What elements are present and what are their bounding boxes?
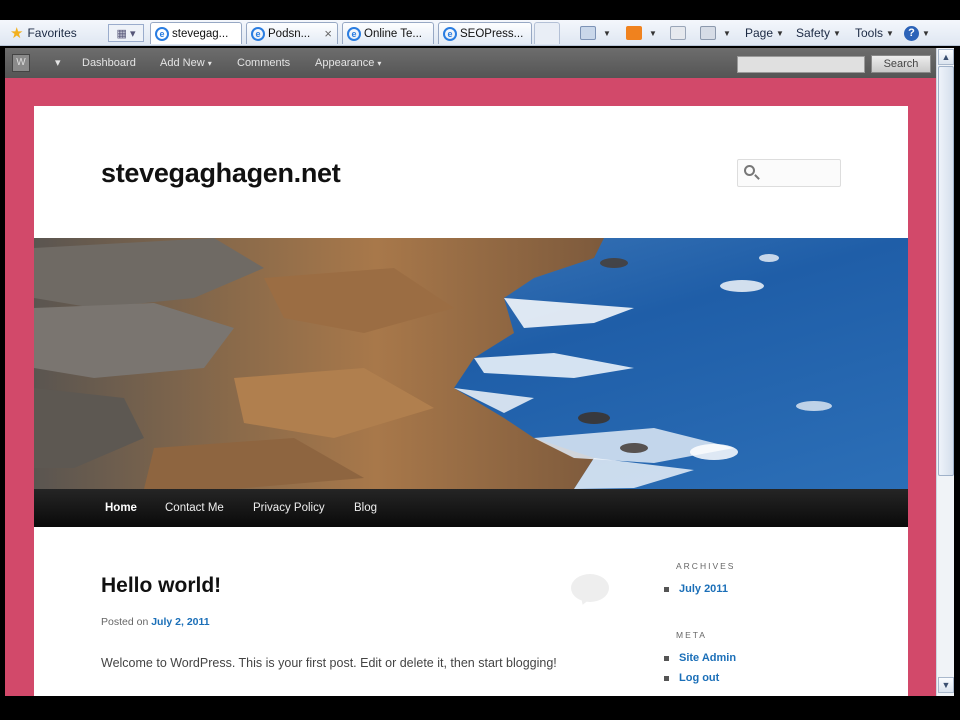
log-out-label: Log out — [679, 672, 720, 684]
appearance-label: Appearance — [315, 57, 375, 69]
close-tab-icon[interactable]: × — [324, 26, 332, 41]
admin-bar-add-new[interactable]: Add New ▾ — [160, 48, 212, 78]
help-menu[interactable]: ? ▼ — [904, 24, 930, 42]
rss-icon — [626, 26, 642, 40]
nav-item-home[interactable]: Home — [105, 489, 137, 527]
print-button[interactable]: ▼ — [700, 24, 731, 42]
feeds-button[interactable]: ▼ — [626, 24, 657, 42]
ie-tab-label: SEOPress... — [460, 27, 524, 40]
list-bullet — [664, 586, 669, 592]
ie-page-icon: e — [251, 26, 265, 41]
wordpress-logo-icon[interactable]: W — [12, 54, 30, 72]
admin-bar-appearance[interactable]: Appearance ▾ — [315, 48, 381, 78]
ie-command-bar: ★ Favorites ▦ ▾ e stevegag... e Podsn...… — [0, 20, 960, 46]
ie-tab-label: Online Te... — [364, 27, 422, 40]
favorites-button[interactable]: ★ Favorites — [10, 24, 77, 42]
admin-bar-dashboard[interactable]: Dashboard — [82, 48, 136, 78]
home-icon — [580, 26, 596, 40]
safety-menu[interactable]: Safety ▼ — [796, 24, 841, 42]
favorites-star-icon: ★ — [10, 25, 24, 42]
nav-item-blog[interactable]: Blog — [354, 489, 377, 527]
page-menu[interactable]: Page ▼ — [745, 24, 784, 42]
ie-tab-stevegaghagen[interactable]: e stevegag... — [150, 22, 242, 44]
tools-menu[interactable]: Tools ▼ — [855, 24, 894, 42]
help-icon: ? — [904, 25, 919, 41]
web-page: W ▾ Dashboard Add New ▾ Comments Appeara… — [5, 48, 936, 696]
chevron-down-icon: ▼ — [723, 28, 731, 38]
chevron-down-icon: ▼ — [603, 28, 611, 38]
site-search-input[interactable] — [737, 159, 841, 187]
page-menu-label: Page — [745, 26, 774, 40]
wp-admin-bar: W ▾ Dashboard Add New ▾ Comments Appeara… — [5, 48, 936, 78]
scroll-down-icon[interactable]: ▼ — [938, 677, 954, 693]
post-meta: Posted on July 2, 2011 — [101, 616, 210, 628]
ie-page-icon: e — [155, 26, 169, 41]
favorites-label: Favorites — [27, 26, 77, 40]
mail-icon — [670, 26, 686, 40]
post-date-link[interactable]: July 2, 2011 — [151, 616, 209, 628]
ie-tab-label: Podsn... — [268, 27, 311, 40]
comment-bubble-icon[interactable] — [571, 574, 609, 602]
header-image — [34, 238, 908, 489]
post-content: Welcome to WordPress. This is your first… — [101, 656, 557, 670]
ie-tab-podsnacker[interactable]: e Podsn... × — [246, 22, 338, 44]
vertical-scrollbar[interactable]: ▲ ▼ — [936, 48, 954, 696]
log-out-link[interactable]: Log out — [664, 672, 719, 684]
site-title[interactable]: stevegaghagen.net — [101, 158, 341, 189]
meta-widget-title: META — [676, 630, 707, 640]
ie-page-icon: e — [443, 26, 457, 41]
ie-tab-label: stevegag... — [172, 27, 229, 40]
chevron-down-icon: ▾ — [207, 59, 212, 68]
chevron-down-icon: ▼ — [886, 28, 894, 38]
home-button[interactable]: ▼ — [580, 24, 611, 42]
search-icon — [744, 165, 755, 176]
chevron-down-icon: ▼ — [649, 28, 657, 38]
ie-tab-online-te[interactable]: e Online Te... — [342, 22, 434, 44]
rocky-coast-image — [34, 238, 908, 489]
chevron-down-icon: ▾ — [377, 59, 382, 68]
nav-item-contact-me[interactable]: Contact Me — [165, 489, 224, 527]
quick-tabs-icon: ▦ ▾ — [116, 27, 136, 40]
tools-menu-label: Tools — [855, 26, 884, 40]
new-tab-button[interactable] — [534, 22, 560, 44]
ie-page-icon: e — [347, 26, 361, 41]
admin-search-input[interactable] — [737, 56, 865, 73]
archives-widget-title: ARCHIVES — [676, 561, 736, 571]
scroll-up-icon[interactable]: ▲ — [938, 49, 954, 65]
site-admin-label: Site Admin — [679, 652, 737, 664]
scrollbar-thumb[interactable] — [938, 66, 954, 476]
admin-bar-comments[interactable]: Comments — [237, 48, 290, 78]
nav-item-privacy-policy[interactable]: Privacy Policy — [253, 489, 325, 527]
post-title[interactable]: Hello world! — [101, 574, 221, 598]
chevron-down-icon: ▼ — [922, 28, 930, 38]
chevron-down-icon: ▼ — [833, 28, 841, 38]
quick-tabs-button[interactable]: ▦ ▾ — [108, 24, 144, 42]
add-new-label: Add New — [160, 57, 205, 69]
archive-link-label: July 2011 — [679, 583, 728, 595]
site-container: stevegaghagen.net Home Contact Me Privac… — [34, 106, 908, 696]
safety-menu-label: Safety — [796, 26, 831, 40]
main-navigation: Home Contact Me Privacy Policy Blog — [34, 489, 908, 527]
admin-bar-dropdown[interactable]: ▾ — [55, 48, 61, 78]
printer-icon — [700, 26, 716, 40]
chevron-down-icon: ▼ — [776, 28, 784, 38]
list-bullet — [664, 655, 669, 661]
post-meta-prefix: Posted on — [101, 616, 149, 628]
archive-link[interactable]: July 2011 — [664, 583, 728, 595]
ie-tab-seopress[interactable]: e SEOPress... — [438, 22, 532, 44]
list-bullet — [664, 675, 669, 681]
site-admin-link[interactable]: Site Admin — [664, 652, 736, 664]
read-mail-button[interactable] — [670, 24, 690, 42]
admin-search-button[interactable]: Search — [871, 55, 931, 73]
